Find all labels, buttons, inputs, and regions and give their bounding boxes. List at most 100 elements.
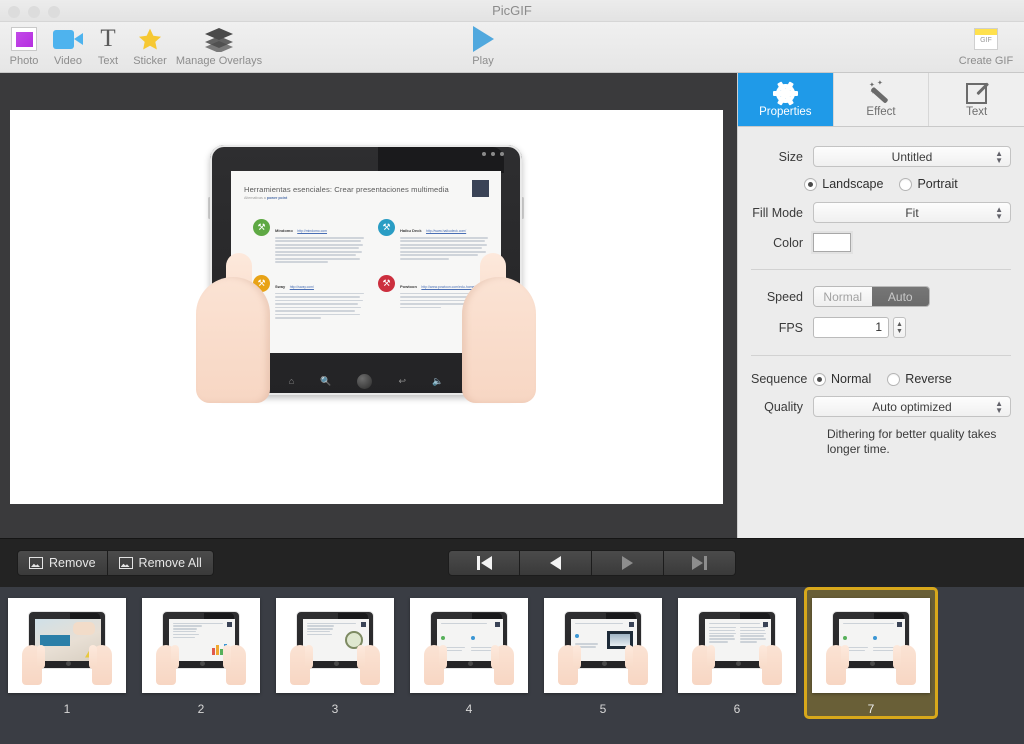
tablet-illustration: Herramientas esenciales: Crear presentac… (196, 145, 536, 465)
radio-sequence-reverse-dot (887, 373, 900, 386)
chevron-updown-icon: ▲▼ (995, 150, 1003, 164)
window-title: PicGIF (0, 3, 1024, 18)
speed-option-normal[interactable]: Normal (814, 287, 872, 306)
filmstrip-frame-2[interactable]: 2 (134, 587, 268, 719)
filmstrip-frame-6[interactable]: 6 (670, 587, 804, 719)
filmstrip-frame-7[interactable]: 7 (804, 587, 938, 719)
remove-button-group: Remove Remove All (17, 550, 214, 576)
text-icon: T (100, 25, 115, 53)
frame-number: 4 (466, 702, 473, 716)
size-label: Size (751, 150, 813, 164)
radio-sequence-reverse-label: Reverse (905, 372, 952, 386)
slide-cards: ⚒ Mindomo http://mindomo.com (253, 219, 489, 321)
slide-badge (472, 180, 489, 197)
color-swatch[interactable] (813, 233, 851, 252)
frame-navigation-group (448, 550, 736, 576)
orientation-radios: Landscape Portrait (751, 177, 1011, 191)
color-row: Color (751, 233, 1011, 252)
filmstrip[interactable]: 1 (0, 587, 1024, 744)
size-value: Untitled (892, 150, 933, 164)
pencil-square-icon (966, 81, 987, 105)
magic-wand-icon: ✦✦✦ (869, 81, 893, 105)
size-dropdown[interactable]: Untitled ▲▼ (813, 146, 1011, 167)
tab-label-text: Text (966, 106, 987, 118)
slide-subtitle: Alternativas a power point (244, 196, 488, 200)
gear-icon (776, 81, 795, 105)
layers-icon (204, 25, 234, 53)
toolbar-button-create-gif[interactable]: GIF Create GIF (950, 25, 1022, 73)
stepper-down-icon: ▼ (896, 328, 903, 335)
radio-sequence-normal-dot (813, 373, 826, 386)
radio-portrait-dot (899, 178, 912, 191)
gif-badge-label: GIF (975, 37, 997, 44)
filmstrip-frame-5[interactable]: 5 (536, 587, 670, 719)
frame-thumbnail (812, 598, 930, 693)
frame-number: 1 (64, 702, 71, 716)
tab-text[interactable]: Text (929, 73, 1024, 126)
speed-option-auto[interactable]: Auto (872, 287, 930, 306)
filmstrip-frame-3[interactable]: 3 (268, 587, 402, 719)
volume-icon: 🔈 (432, 377, 443, 386)
arrow-right-icon (622, 556, 633, 570)
title-bar: PicGIF (0, 0, 1024, 22)
slide-card-url: http://www.haikudeck.com/ (426, 229, 466, 233)
slide-card-heading: Mindomo (275, 228, 293, 233)
panel-tabs: Properties ✦✦✦ Effect Text (738, 73, 1024, 127)
filmstrip-frame-4[interactable]: 4 (402, 587, 536, 719)
fill-mode-dropdown[interactable]: Fit ▲▼ (813, 202, 1011, 223)
slide-subtitle-prefix: Alternativas a (244, 196, 267, 200)
image-icon (119, 557, 133, 569)
frame-number: 2 (198, 702, 205, 716)
toolbar-label-text: Text (98, 55, 118, 67)
fps-input[interactable]: 1 (813, 317, 889, 338)
remove-all-button-label: Remove All (139, 556, 202, 570)
previous-frame-button[interactable] (520, 550, 592, 576)
slide-card-heading: Haiku Deck (400, 228, 422, 233)
hand-right (462, 253, 536, 403)
filmstrip-frame-1[interactable]: 1 (0, 587, 134, 719)
toolbar-button-manage-overlays[interactable]: Manage Overlays (155, 25, 283, 73)
speed-segmented-control[interactable]: Normal Auto (813, 286, 930, 307)
tab-effect[interactable]: ✦✦✦ Effect (834, 73, 930, 126)
tablet-bezel-accent (378, 147, 504, 173)
remove-button[interactable]: Remove (17, 550, 108, 576)
quality-value: Auto optimized (872, 400, 951, 414)
fps-stepper[interactable]: ▲ ▼ (893, 317, 906, 338)
quality-row: Quality Auto optimized ▲▼ (751, 396, 1011, 417)
radio-portrait[interactable]: Portrait (899, 177, 957, 191)
slide-card-url: http://mindomo.com (297, 229, 327, 233)
quality-dropdown[interactable]: Auto optimized ▲▼ (813, 396, 1011, 417)
remove-all-button[interactable]: Remove All (108, 550, 214, 576)
slide-content: Herramientas esenciales: Crear presentac… (231, 171, 501, 353)
radio-landscape[interactable]: Landscape (804, 177, 883, 191)
size-row: Size Untitled ▲▼ (751, 146, 1011, 167)
quality-label: Quality (751, 400, 813, 414)
gif-icon: GIF (974, 25, 998, 53)
frame-thumbnail (8, 598, 126, 693)
toolbar-button-play[interactable]: Play (451, 25, 515, 73)
radio-sequence-normal[interactable]: Normal (813, 372, 871, 386)
radio-sequence-reverse[interactable]: Reverse (887, 372, 952, 386)
frame-list: 1 (0, 587, 938, 719)
next-frame-button[interactable] (592, 550, 664, 576)
tablet-status-dots (482, 152, 504, 156)
slide-card-text (275, 293, 364, 319)
preview-canvas-area: Herramientas esenciales: Crear presentac… (0, 73, 737, 538)
home-icon: ⌂ (289, 377, 294, 386)
tab-properties[interactable]: Properties (738, 73, 834, 126)
radio-landscape-label: Landscape (822, 177, 883, 191)
sequence-row: Sequence Normal Reverse (751, 372, 1011, 386)
frame-thumbnail (544, 598, 662, 693)
toolbar-label-play: Play (472, 55, 493, 67)
image-icon (29, 557, 43, 569)
slide-title: Herramientas esenciales: Crear presentac… (244, 185, 488, 194)
skip-back-icon (477, 556, 492, 570)
first-frame-button[interactable] (448, 550, 520, 576)
fps-row: FPS 1 ▲ ▼ (751, 317, 1011, 338)
divider (751, 355, 1011, 356)
last-frame-button[interactable] (664, 550, 736, 576)
remove-button-label: Remove (49, 556, 96, 570)
tablet-home-button (357, 374, 372, 389)
slide-card-text (275, 237, 364, 263)
preview-image[interactable]: Herramientas esenciales: Crear presentac… (10, 110, 723, 504)
